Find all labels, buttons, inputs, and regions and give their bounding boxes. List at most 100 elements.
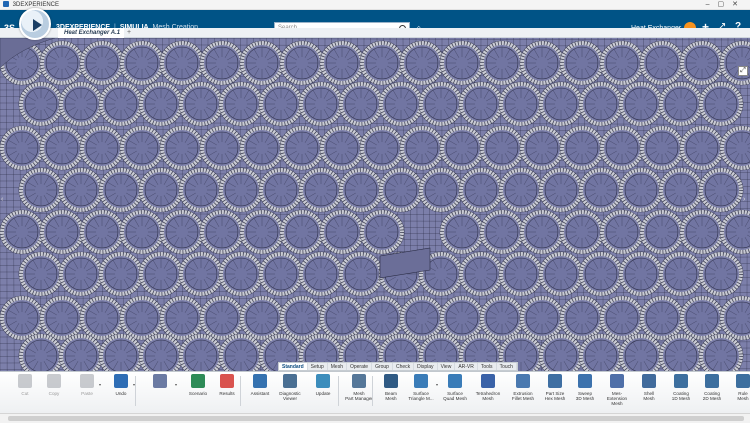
tube-ring (159, 295, 205, 341)
update-icon (316, 374, 330, 388)
tab-check[interactable]: Check (393, 363, 415, 370)
app-window: 3DEXPERIENCE –▢✕ 3S 3DEXPERIENCE | SIMUL… (0, 0, 750, 423)
tube-ring (199, 125, 245, 171)
scissors-icon (18, 374, 32, 388)
expand-icon[interactable]: ⤢ (738, 66, 748, 76)
dropdown-caret-icon[interactable]: ▾ (436, 382, 438, 387)
assistant-button[interactable]: Assistant (245, 374, 275, 396)
cut-button[interactable]: Cut (10, 374, 40, 396)
tab-touch[interactable]: Touch (497, 363, 517, 370)
surface-triangle-m-button[interactable]: Surface Triangle M... (406, 374, 436, 401)
tube-ring (298, 167, 344, 213)
tube-ring (178, 251, 224, 297)
tab-setup[interactable]: Setup (308, 363, 328, 370)
tab-standard[interactable]: Standard (279, 363, 308, 370)
bottom-scrollbar[interactable] (0, 413, 750, 423)
tube-ring (159, 209, 205, 255)
tube-ring (39, 40, 85, 86)
tab-display[interactable]: Display (414, 363, 438, 370)
tab-ar-vr[interactable]: AR-VR (455, 363, 478, 370)
tool-label: Diagnostic Viewer (279, 391, 301, 401)
part-size-hex-mesh-button[interactable]: Part Size Hex Mesh (540, 374, 570, 401)
rule-mesh-button[interactable]: Rule Mesh (728, 374, 750, 401)
compass-icon[interactable] (19, 8, 51, 40)
scrollbar-thumb[interactable] (8, 416, 744, 421)
tool-label: Surface Triangle M... (408, 391, 434, 401)
tube-ring (618, 167, 664, 213)
tab-group[interactable]: Group (372, 363, 393, 370)
tube-ring (498, 167, 544, 213)
tab-tools[interactable]: Tools (478, 363, 497, 370)
shape-button[interactable] (145, 374, 175, 391)
tube-ring (199, 209, 245, 255)
tube-ring (378, 167, 424, 213)
tube-ring (79, 209, 125, 255)
undo-button[interactable]: Undo (106, 374, 136, 396)
tube-ring (58, 167, 104, 213)
surface-quad-mesh-button[interactable]: Surface Quad Mesh (440, 374, 470, 401)
tube-ring (538, 251, 584, 297)
tube-ring (378, 81, 424, 127)
add-tab-icon[interactable]: + (127, 28, 131, 38)
beam-mesh-button[interactable]: Beam Mesh (376, 374, 406, 401)
tube-ring (418, 81, 464, 127)
tube-ring (39, 295, 85, 341)
extrusion-fillet-mesh-button[interactable]: Extrusion Fillet Mesh (508, 374, 538, 401)
mesh-model[interactable] (0, 38, 750, 371)
tube-ring (218, 81, 264, 127)
coating-1d-mesh-button[interactable]: Coating 1D Mesh (666, 374, 696, 401)
tube-ring (338, 167, 384, 213)
tool-label: Update (315, 391, 331, 396)
dropdown-caret-icon[interactable]: ▾ (133, 382, 135, 387)
tube-ring (399, 40, 445, 86)
tab-heat-exchanger[interactable]: Heat Exchanger A.1 (58, 28, 124, 38)
tool-label: Tetrahedron Mesh (475, 391, 501, 401)
tube-ring (439, 295, 485, 341)
tool-label: Cut (21, 391, 29, 396)
tube-ring (178, 81, 224, 127)
sweep-3d-mesh-button[interactable]: Sweep 3D Mesh (570, 374, 600, 401)
scenario-button[interactable]: Scenario (183, 374, 213, 396)
dropdown-caret-icon[interactable]: ▾ (175, 382, 177, 387)
tube-ring (138, 167, 184, 213)
dropdown-caret-icon[interactable]: ▾ (99, 382, 101, 387)
update-button[interactable]: Update (308, 374, 338, 396)
tool-label: Rule Mesh (737, 391, 749, 401)
tube-ring (79, 40, 125, 86)
tube-ring (0, 209, 45, 255)
tube-ring (458, 81, 504, 127)
window-controls[interactable]: –▢✕ (706, 0, 746, 10)
tool-label: Beam Mesh (384, 391, 397, 401)
tube-ring (559, 295, 605, 341)
tetrahedron-mesh-button[interactable]: Tetrahedron Mesh (473, 374, 503, 401)
shell-mesh-button[interactable]: Shell Mesh (634, 374, 664, 401)
tube-ring (679, 295, 725, 341)
paste-button[interactable]: Paste (72, 374, 102, 396)
3d-viewport[interactable]: ⤢ ‹ › ◢ (0, 38, 750, 371)
extrusion-fillet-mesh-icon (516, 374, 530, 388)
tab-mesh[interactable]: Mesh (328, 363, 347, 370)
left-arrow-icon[interactable]: ‹ (1, 196, 3, 203)
coating-2d-mesh-button[interactable]: Coating 2D Mesh (697, 374, 727, 401)
diagnostic-viewer-button[interactable]: Diagnostic Viewer (275, 374, 305, 401)
tube-ring (159, 40, 205, 86)
tube-ring (18, 81, 64, 127)
tube-holes (0, 40, 750, 371)
mes-extension-mesh-icon (610, 374, 624, 388)
tool-label: Sweep 3D Mesh (575, 391, 595, 401)
results-button[interactable]: Results (212, 374, 242, 396)
copy-button[interactable]: Copy (39, 374, 69, 396)
tube-ring (679, 125, 725, 171)
tube-ring (359, 295, 405, 341)
tube-ring (658, 167, 704, 213)
tool-label: Undo (115, 391, 127, 396)
right-arrow-icon[interactable]: › (743, 196, 745, 203)
tab-view[interactable]: View (438, 363, 456, 370)
coating-1d-mesh-icon (674, 374, 688, 388)
tube-ring (498, 251, 544, 297)
mes-extension-mesh-button[interactable]: Mes-Extension Mesh (602, 374, 632, 406)
mesh-part-manager-button[interactable]: Mesh Part Manager (344, 374, 374, 401)
tab-operate[interactable]: Operate (347, 363, 373, 370)
beam-mesh-icon (384, 374, 398, 388)
tube-ring (439, 40, 485, 86)
